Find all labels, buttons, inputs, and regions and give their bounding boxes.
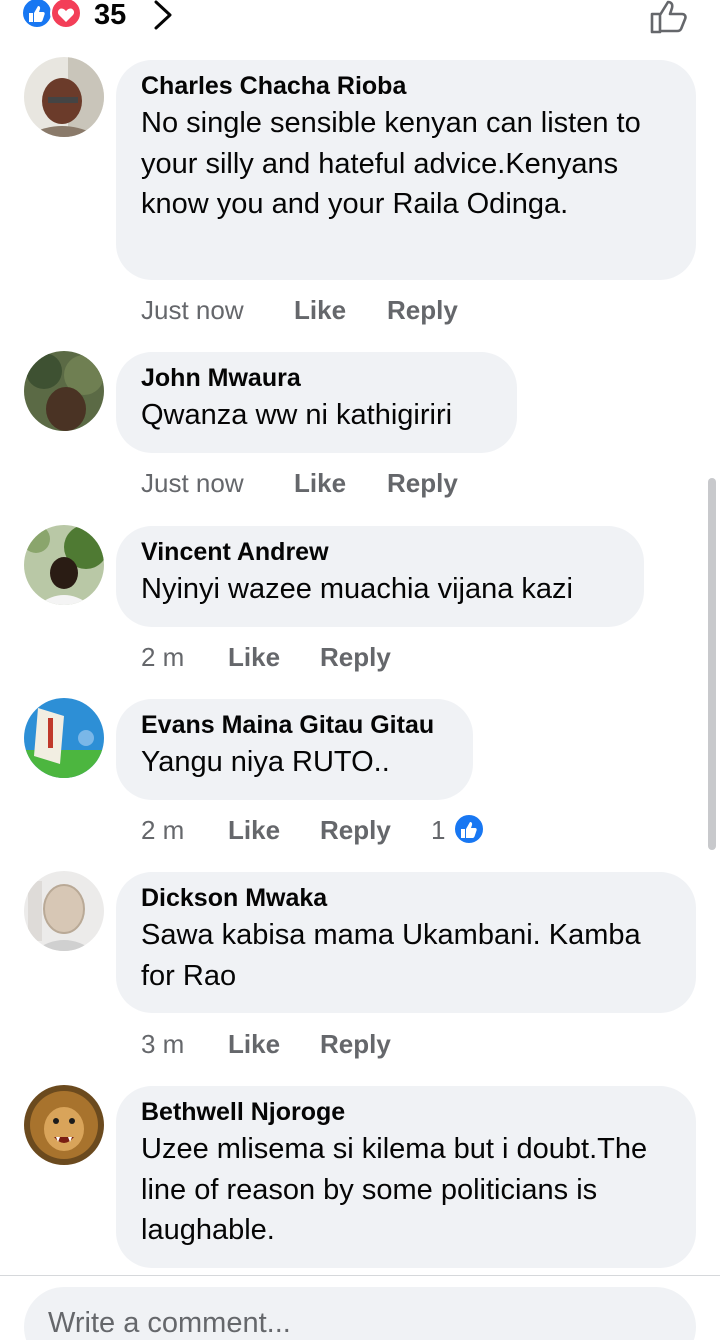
like-button[interactable]: Like (228, 812, 280, 848)
scrollbar[interactable] (708, 478, 716, 850)
comment-text: Yangu niya RUTO.. (141, 746, 390, 778)
comment-text: Qwanza ww ni kathigiriri (141, 399, 453, 431)
like-reaction-icon (21, 0, 53, 29)
reactions-header[interactable]: 35 (0, 0, 720, 50)
comment-text: Uzee mlisema si kilema but i doubt.The l… (141, 1133, 648, 1246)
comment-timestamp[interactable]: 2 m (141, 639, 184, 675)
comment-bubble[interactable]: John Mwaura Qwanza ww ni kathigiriri (116, 352, 517, 453)
comment-author[interactable]: Dickson Mwaka (141, 881, 670, 915)
comment-text: Nyinyi wazee muachia vijana kazi (141, 573, 573, 605)
comment-timestamp[interactable]: 3 m (141, 1026, 184, 1062)
reply-button[interactable]: Reply (320, 1026, 391, 1062)
like-outline-icon[interactable] (648, 0, 692, 36)
comment-author[interactable]: Evans Maina Gitau Gitau (141, 708, 447, 742)
like-button[interactable]: Like (228, 639, 280, 675)
avatar[interactable] (24, 1085, 104, 1165)
comment-author[interactable]: Vincent Andrew (141, 535, 618, 569)
comment-author[interactable]: John Mwaura (141, 361, 491, 395)
reply-button[interactable]: Reply (387, 465, 458, 501)
like-button[interactable]: Like (294, 292, 346, 328)
love-reaction-icon (50, 0, 82, 29)
like-button[interactable]: Like (294, 465, 346, 501)
comment-input-placeholder[interactable]: Write a comment... (48, 1307, 291, 1340)
comments-screen: 35 Charles Chacha Rioba No single sensib… (0, 0, 720, 1340)
comment-bubble[interactable]: Bethwell Njoroge Uzee mlisema si kilema … (116, 1086, 696, 1268)
avatar[interactable] (24, 351, 104, 431)
comment-text: No single sensible kenyan can listen to … (141, 107, 641, 220)
reply-button[interactable]: Reply (320, 812, 391, 848)
comment-text: Sawa kabisa mama Ukambani. Kamba for Rao (141, 919, 641, 992)
reply-button[interactable]: Reply (320, 639, 391, 675)
comment-timestamp[interactable]: Just now (141, 292, 244, 328)
reply-button[interactable]: Reply (387, 292, 458, 328)
comment-bubble[interactable]: Vincent Andrew Nyinyi wazee muachia vija… (116, 526, 644, 627)
comment-bubble[interactable]: Charles Chacha Rioba No single sensible … (116, 60, 696, 280)
comment-bubble[interactable]: Dickson Mwaka Sawa kabisa mama Ukambani.… (116, 872, 696, 1013)
like-reaction-icon[interactable] (453, 813, 485, 845)
avatar[interactable] (24, 698, 104, 778)
comment-reaction-count[interactable]: 1 (431, 812, 445, 848)
comment-author[interactable]: Bethwell Njoroge (141, 1095, 670, 1129)
comment-timestamp[interactable]: 2 m (141, 812, 184, 848)
comment-timestamp[interactable]: Just now (141, 465, 244, 501)
avatar[interactable] (24, 871, 104, 951)
comment-input[interactable]: Write a comment... (24, 1287, 696, 1340)
avatar[interactable] (24, 57, 104, 137)
comment-actions: 2 m Like Reply 1 (141, 812, 501, 848)
avatar[interactable] (24, 525, 104, 605)
reaction-count[interactable]: 35 (94, 0, 126, 32)
divider (0, 1275, 720, 1276)
comment-bubble[interactable]: Evans Maina Gitau Gitau Yangu niya RUTO.… (116, 699, 473, 800)
reactions-summary-icon[interactable] (20, 0, 90, 34)
comment-author[interactable]: Charles Chacha Rioba (141, 69, 670, 103)
like-button[interactable]: Like (228, 1026, 280, 1062)
chevron-right-icon[interactable] (150, 0, 176, 32)
